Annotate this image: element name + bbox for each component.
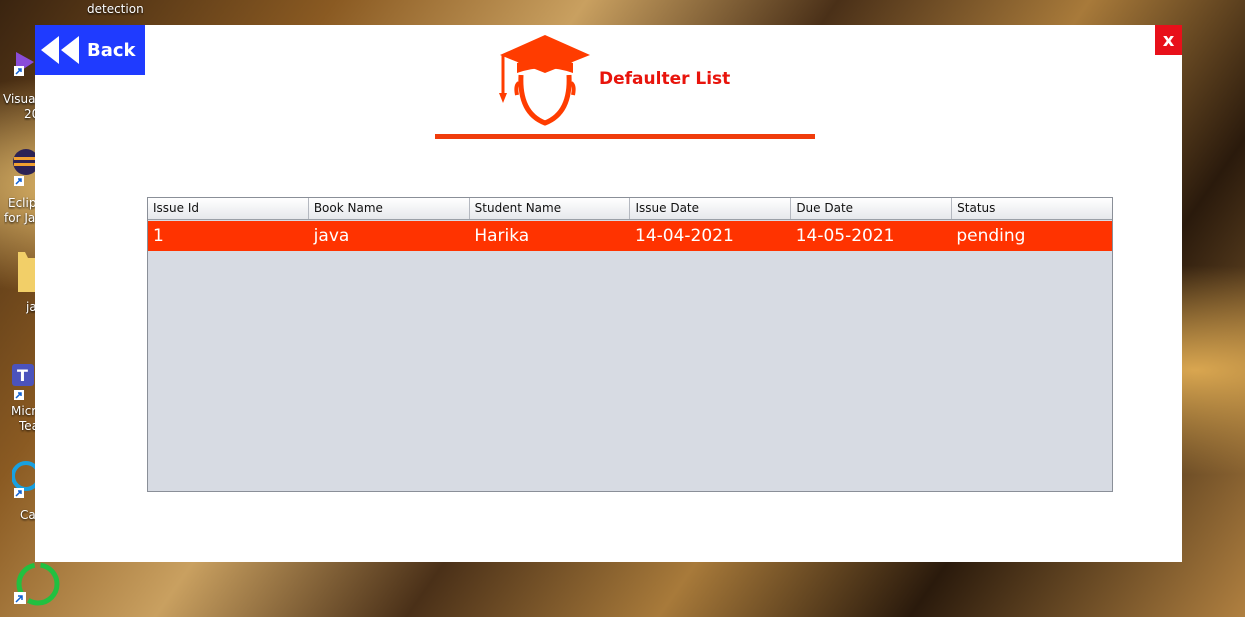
back-button[interactable]: Back (35, 25, 145, 75)
page-title: Defaulter List (599, 69, 731, 89)
back-label: Back (87, 39, 136, 61)
cell-issue-date: 14-04-2021 (635, 226, 734, 246)
column-header-issue-id[interactable]: Issue Id (148, 198, 309, 219)
table-header: Issue Id Book Name Student Name Issue Da… (148, 198, 1112, 220)
column-header-due-date[interactable]: Due Date (791, 198, 953, 219)
defaulter-table[interactable]: Issue Id Book Name Student Name Issue Da… (147, 197, 1113, 492)
column-header-issue-date[interactable]: Issue Date (630, 198, 792, 219)
column-header-student-name[interactable]: Student Name (470, 198, 631, 219)
title-underline (435, 134, 815, 139)
cell-due-date: 14-05-2021 (795, 226, 895, 246)
column-header-status[interactable]: Status (952, 198, 1112, 219)
cell-student-name: Harika (474, 226, 530, 246)
close-icon: x (1162, 29, 1175, 51)
desktop-label-teams-2[interactable]: Tea (19, 419, 35, 433)
desktop-label-detection[interactable]: detection (87, 2, 144, 16)
rewind-icon (39, 36, 79, 64)
table-row[interactable]: 1 java Harika 14-04-2021 14-05-2021 pend… (148, 221, 1112, 251)
cell-issue-id: 1 (153, 226, 164, 246)
graduate-icon (495, 33, 595, 128)
recycle-icon[interactable] (12, 562, 62, 612)
close-button[interactable]: x (1155, 25, 1182, 55)
desktop-label-folder[interactable]: ja (26, 300, 35, 314)
defaulter-window: Back x Defaulter List Issue Id Book Name… (35, 25, 1182, 562)
desktop-label-calc[interactable]: Ca (20, 508, 35, 522)
svg-text:T: T (17, 366, 28, 385)
cell-status: pending (956, 226, 1026, 246)
desktop-label-visual-year[interactable]: 20 (24, 107, 35, 121)
desktop-label-visual[interactable]: Visual (3, 92, 35, 106)
desktop-label-eclipse-java[interactable]: for Jav (4, 211, 35, 225)
visual-studio-icon[interactable] (12, 50, 36, 76)
cell-book-name: java (313, 226, 350, 246)
desktop-label-teams[interactable]: Micr (11, 404, 35, 418)
column-header-book-name[interactable]: Book Name (309, 198, 470, 219)
desktop-label-eclipse[interactable]: Eclip (8, 196, 35, 210)
